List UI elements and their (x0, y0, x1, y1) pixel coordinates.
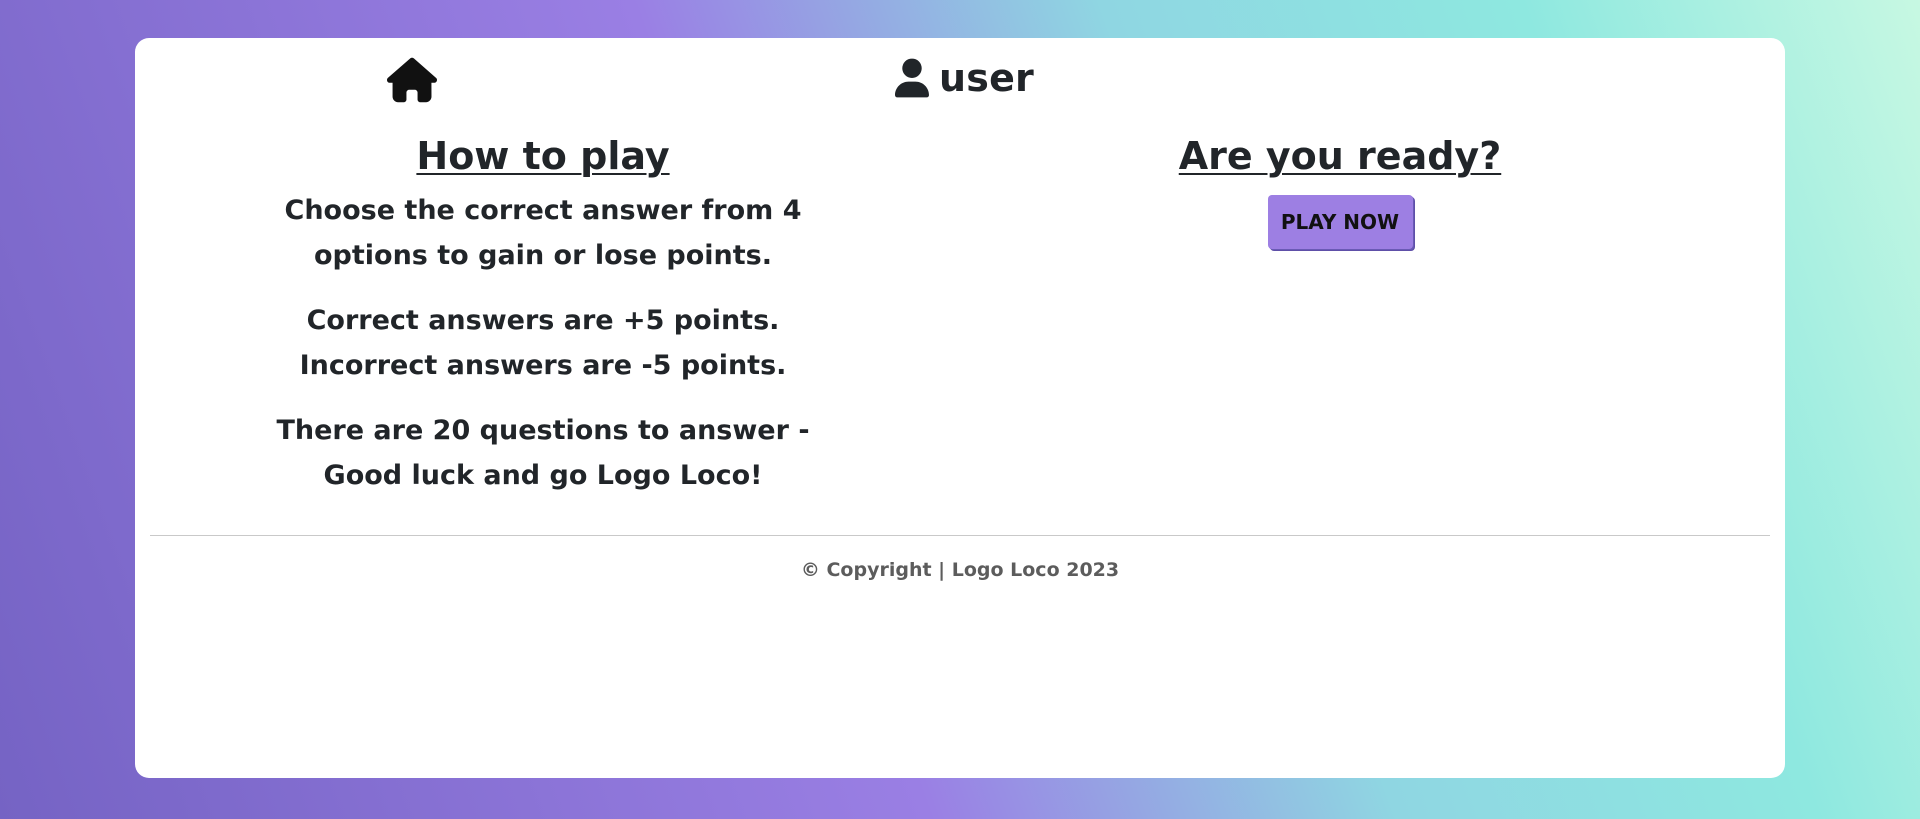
main-card: user How to play Choose the correct answ… (135, 38, 1785, 778)
rule-paragraph: There are 20 questions to answer - Good … (276, 415, 810, 491)
play-now-button[interactable]: PLAY NOW (1267, 195, 1413, 249)
rules-list: Choose the correct answer from 4 options… (243, 188, 843, 498)
home-link[interactable] (387, 56, 437, 104)
ready-heading: Are you ready? (1178, 134, 1502, 178)
user-icon (895, 58, 929, 98)
rule-paragraph: Choose the correct answer from 4 options… (284, 195, 802, 271)
user-profile-link[interactable]: user (895, 52, 1034, 104)
home-icon (387, 57, 437, 103)
how-to-play-heading: How to play (416, 134, 670, 178)
footer-divider (150, 535, 1770, 536)
username-label: user (939, 56, 1034, 100)
rule-paragraph: Correct answers are +5 points. Incorrect… (299, 305, 787, 381)
how-to-play-section: How to play Choose the correct answer fr… (243, 126, 843, 498)
footer-copyright: © Copyright | Logo Loco 2023 (800, 559, 1120, 581)
ready-section: Are you ready? PLAY NOW (1040, 126, 1640, 249)
